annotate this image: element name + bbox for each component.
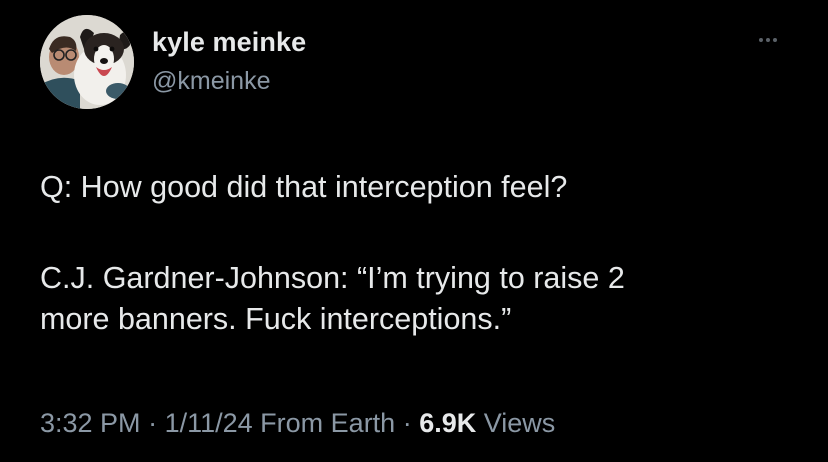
tweet-card: kyle meinke @kmeinke Q: How good did tha… <box>0 0 828 462</box>
views-count[interactable]: 6.9K <box>419 408 476 438</box>
author-display-name[interactable]: kyle meinke <box>152 27 306 58</box>
tweet-time[interactable]: 3:32 PM <box>40 408 141 438</box>
tweet-date[interactable]: 1/11/24 <box>165 408 253 438</box>
avatar[interactable] <box>40 15 134 109</box>
dot-icon <box>759 38 763 42</box>
tweet-paragraph: C.J. Gardner-Johnson: “I’m trying to rai… <box>40 261 625 336</box>
profile-photo-icon <box>40 15 134 109</box>
dot-icon <box>766 38 770 42</box>
meta-separator: · <box>140 408 165 438</box>
more-options-icon[interactable] <box>752 28 784 52</box>
tweet-paragraph: Q: How good did that interception feel? <box>40 170 568 204</box>
meta-separator: · <box>395 408 420 438</box>
tweet-source: From Earth <box>260 408 396 438</box>
author-handle[interactable]: @kmeinke <box>152 67 270 96</box>
views-label[interactable]: Views <box>484 408 556 438</box>
tweet-meta: 3:32 PM · 1/11/24 From Earth · 6.9K View… <box>40 408 555 439</box>
tweet-text: Q: How good did that interception feel? … <box>40 167 780 340</box>
dot-icon <box>773 38 777 42</box>
